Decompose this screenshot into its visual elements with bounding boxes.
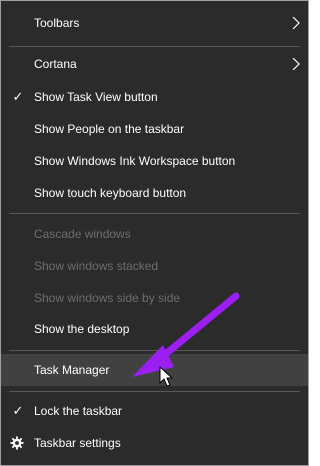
menu-item-show-task-view-button[interactable]: ✓ Show Task View button [1,81,308,113]
menu-item-label: Show windows side by side [34,291,181,305]
menu-item-label: Cascade windows [34,227,131,241]
menu-item-label: Show windows stacked [34,259,159,273]
menu-item-label: Task Manager [34,363,110,377]
menu-item-show-windows-ink[interactable]: Show Windows Ink Workspace button [1,145,308,177]
checkmark-icon: ✓ [12,89,24,104]
menu-item-task-manager[interactable]: Task Manager [1,354,308,386]
gear-icon [10,436,24,450]
menu-item-label: Taskbar settings [34,436,121,450]
menu-item-label: Lock the taskbar [34,404,123,418]
menu-item-show-touch-keyboard[interactable]: Show touch keyboard button [1,177,308,209]
chevron-right-icon [292,17,300,29]
menu-item-label: Toolbars [34,16,80,30]
menu-item-show-the-desktop[interactable]: Show the desktop [1,313,308,345]
menu-item-show-windows-side-by-side: Show windows side by side [1,282,308,314]
chevron-right-icon [292,58,300,70]
menu-separator [9,46,300,47]
menu-item-label: Show touch keyboard button [34,186,187,200]
taskbar-context-menu: Toolbars Cortana ✓ Show Task View button… [0,0,309,466]
menu-item-taskbar-settings[interactable]: Taskbar settings [1,427,308,459]
menu-item-label: Show Windows Ink Workspace button [34,154,236,168]
menu-item-label: Show the desktop [34,322,130,336]
menu-item-show-people[interactable]: Show People on the taskbar [1,113,308,145]
menu-item-cortana[interactable]: Cortana [1,48,308,80]
menu-item-label: Show Task View button [34,90,158,104]
menu-item-label: Show People on the taskbar [34,122,185,136]
menu-item-cascade-windows: Cascade windows [1,218,308,250]
menu-separator [9,213,300,214]
menu-separator [9,391,300,392]
menu-item-lock-the-taskbar[interactable]: ✓ Lock the taskbar [1,395,308,427]
menu-item-show-windows-stacked: Show windows stacked [1,250,308,282]
menu-separator [9,350,300,351]
menu-item-toolbars[interactable]: Toolbars [1,7,308,39]
menu-item-label: Cortana [34,57,77,71]
checkmark-icon: ✓ [12,403,24,418]
